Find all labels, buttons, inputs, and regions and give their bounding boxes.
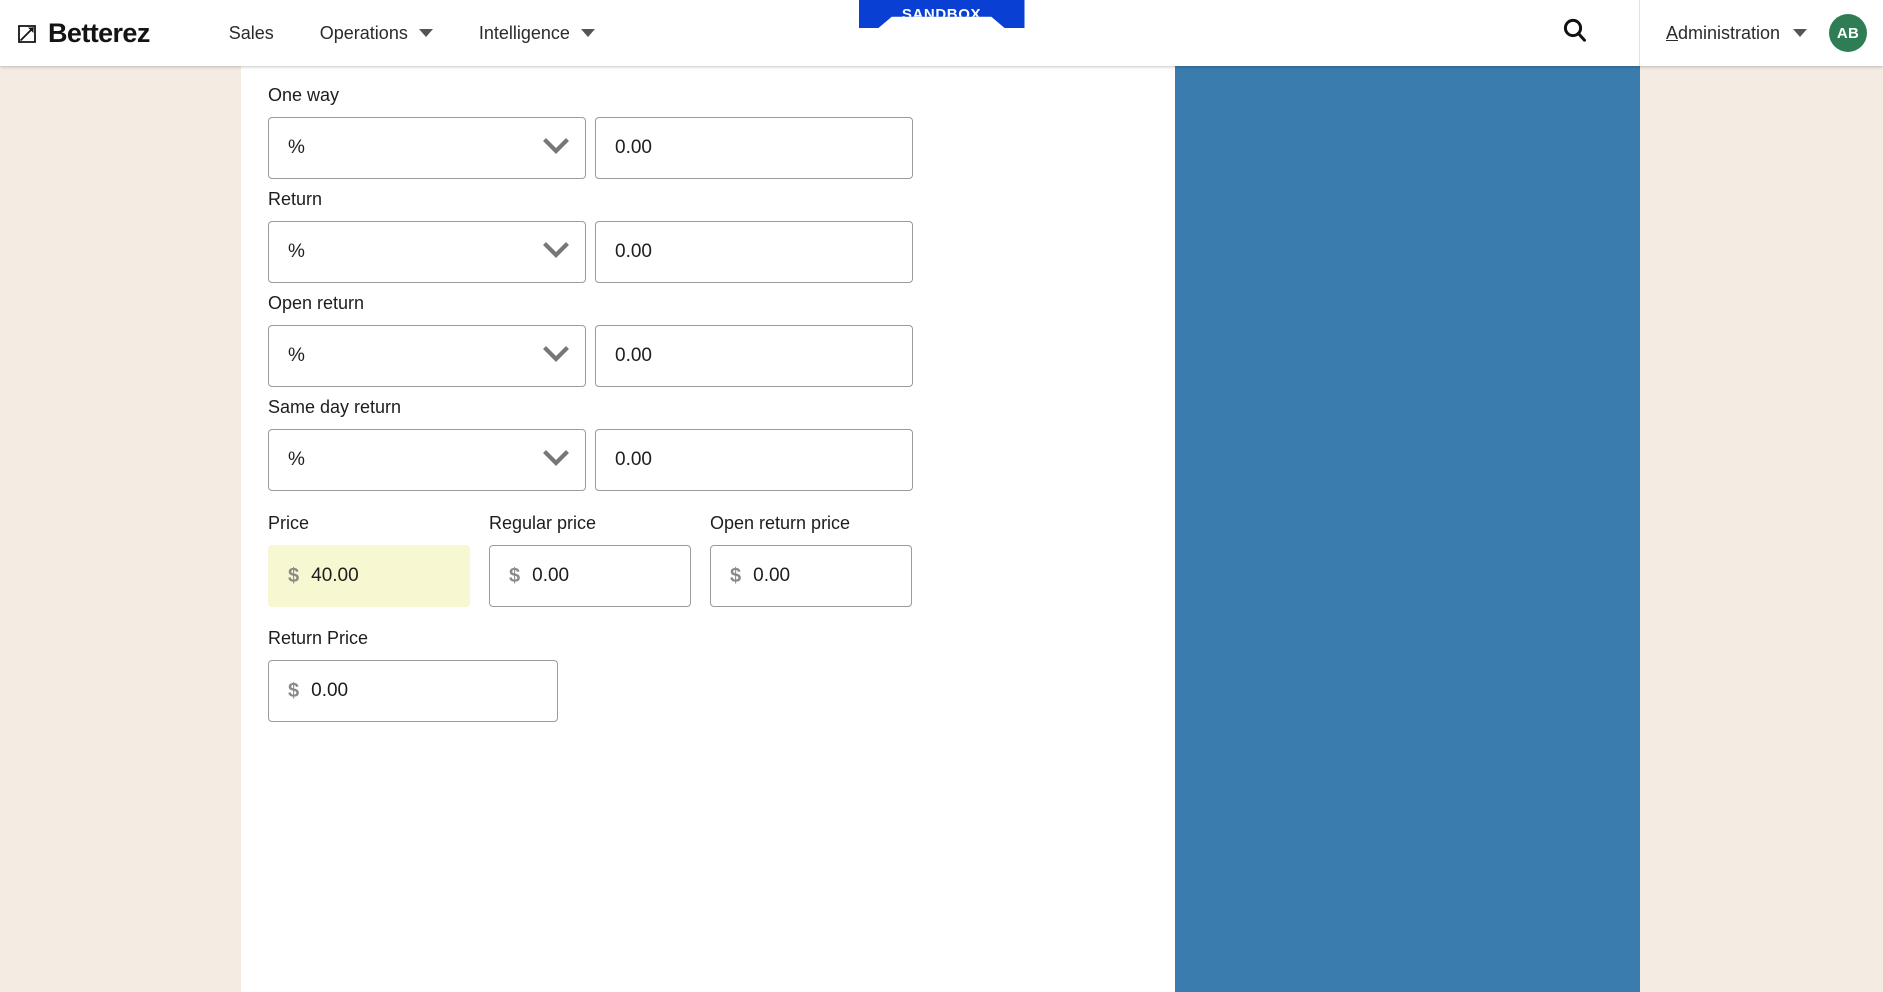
- return-amount-input[interactable]: 0.00: [595, 221, 913, 283]
- app-root: Betterez Sales Operations Intelligence A…: [0, 0, 1883, 992]
- field-label: Return Price: [268, 628, 369, 648]
- administration-label-rest: dministration: [1677, 22, 1780, 43]
- select-value: %: [288, 137, 305, 158]
- input-value: 0.00: [615, 449, 652, 470]
- select-value: %: [288, 241, 305, 262]
- nav-item-label: Operations: [319, 22, 408, 43]
- page-background: One way % 0.00 Return % 0.00 Open return…: [0, 66, 1883, 992]
- pricing-form: One way % 0.00 Return % 0.00 Open return…: [241, 66, 1175, 722]
- chevron-down-icon: [1793, 29, 1807, 37]
- field-group-open-return-price: Open return price $ 0.00: [710, 512, 912, 607]
- avatar[interactable]: AB: [1829, 14, 1867, 52]
- primary-nav: Sales Operations Intelligence: [229, 17, 641, 50]
- input-value: 0.00: [615, 137, 652, 158]
- nav-item-label: Sales: [228, 22, 274, 43]
- regular-price-input[interactable]: $ 0.00: [489, 545, 691, 607]
- one-way-unit-select[interactable]: %: [268, 117, 586, 179]
- chevron-down-icon: [543, 137, 569, 160]
- nav-item-sales[interactable]: Sales: [229, 17, 274, 50]
- header-right-cluster: Administration AB: [1548, 0, 1883, 66]
- field-group-return: Return % 0.00: [268, 188, 1175, 283]
- input-value: 0.00: [615, 345, 652, 366]
- currency-symbol: $: [509, 564, 521, 587]
- open-return-price-input[interactable]: $ 0.00: [710, 545, 912, 607]
- currency-symbol: $: [730, 564, 742, 587]
- field-group-open-return: Open return % 0.00: [268, 292, 1175, 387]
- side-panel: [1175, 66, 1640, 992]
- currency-symbol: $: [288, 564, 300, 587]
- field-label: Same day return: [268, 397, 402, 417]
- content-panel: One way % 0.00 Return % 0.00 Open return…: [241, 66, 1175, 992]
- field-row: % 0.00: [268, 325, 1175, 387]
- select-value: %: [288, 449, 305, 470]
- one-way-amount-input[interactable]: 0.00: [595, 117, 913, 179]
- input-value: 40.00: [311, 565, 359, 586]
- chevron-down-icon: [418, 29, 433, 37]
- open-return-unit-select[interactable]: %: [268, 325, 586, 387]
- chevron-down-icon: [543, 345, 569, 368]
- input-value: 0.00: [753, 565, 791, 586]
- field-label: Price: [268, 513, 310, 533]
- field-label: Return: [268, 189, 323, 209]
- chevron-down-icon: [543, 449, 569, 472]
- input-value: 0.00: [311, 680, 349, 701]
- field-row: % 0.00: [268, 221, 1175, 283]
- field-label: Open return: [268, 293, 365, 313]
- field-row: % 0.00: [268, 429, 1175, 491]
- administration-menu[interactable]: Administration: [1640, 23, 1829, 44]
- administration-label: Administration: [1666, 23, 1780, 44]
- brand-name: Betterez: [48, 17, 150, 48]
- search-button[interactable]: [1548, 0, 1602, 66]
- price-row: Price $ 40.00 Regular price $ 0.00 Open …: [268, 512, 1175, 607]
- field-group-one-way: One way % 0.00: [268, 84, 1175, 179]
- open-return-amount-input[interactable]: 0.00: [595, 325, 913, 387]
- nav-item-intelligence[interactable]: Intelligence: [479, 17, 595, 50]
- nav-item-label: Intelligence: [478, 22, 570, 43]
- field-group-same-day-return: Same day return % 0.00: [268, 396, 1175, 491]
- search-icon: [1560, 16, 1590, 51]
- field-label: Regular price: [489, 513, 597, 533]
- field-row: % 0.00: [268, 117, 1175, 179]
- field-label: Open return price: [710, 513, 851, 533]
- chevron-down-icon: [580, 29, 595, 37]
- field-group-regular-price: Regular price $ 0.00: [489, 512, 691, 607]
- field-label: One way: [268, 85, 340, 105]
- field-group-price: Price $ 40.00: [268, 512, 470, 607]
- return-unit-select[interactable]: %: [268, 221, 586, 283]
- same-day-return-amount-input[interactable]: 0.00: [595, 429, 913, 491]
- same-day-return-unit-select[interactable]: %: [268, 429, 586, 491]
- chevron-down-icon: [543, 241, 569, 264]
- input-value: 0.00: [615, 241, 652, 262]
- price-input[interactable]: $ 40.00: [268, 545, 470, 607]
- input-value: 0.00: [532, 565, 570, 586]
- select-value: %: [288, 345, 305, 366]
- field-group-return-price: Return Price $ 0.00: [268, 627, 1175, 722]
- currency-symbol: $: [288, 679, 300, 702]
- return-price-input[interactable]: $ 0.00: [268, 660, 558, 722]
- betterez-arrow-logo-icon: [16, 20, 42, 46]
- administration-accesskey: A: [1665, 22, 1678, 43]
- brand-logo[interactable]: Betterez: [16, 18, 150, 49]
- nav-item-operations[interactable]: Operations: [320, 17, 433, 50]
